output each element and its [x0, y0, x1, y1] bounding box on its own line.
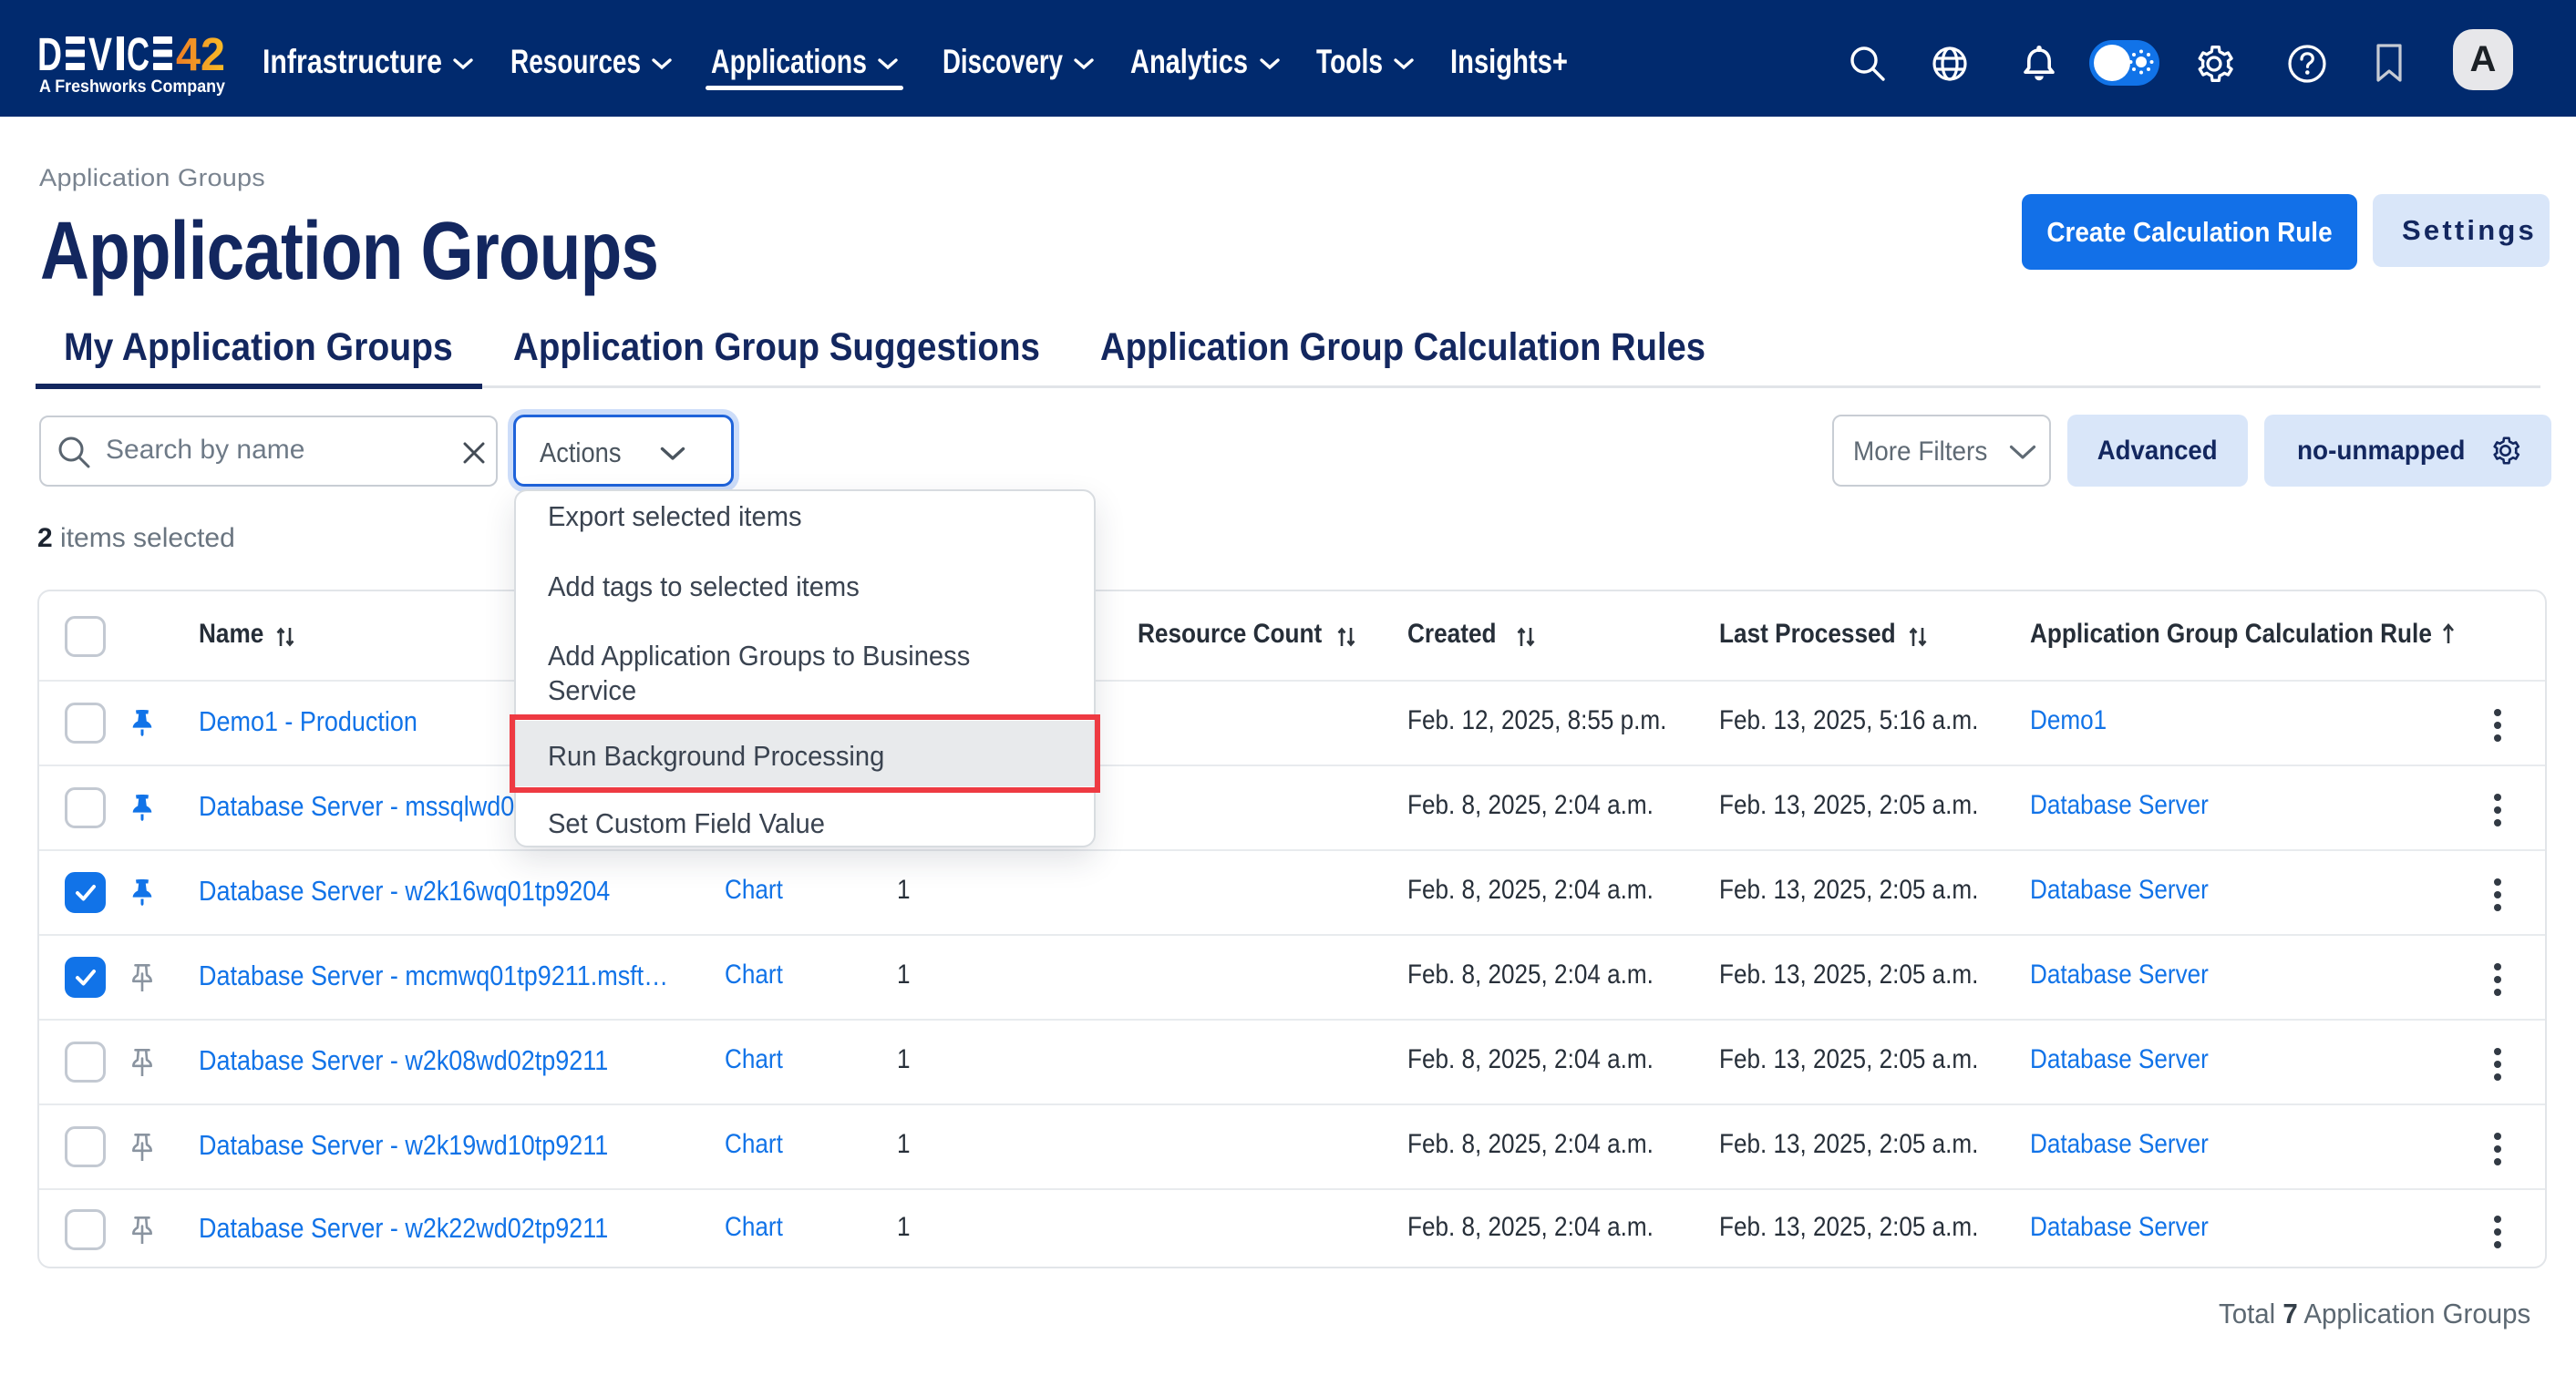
svg-text:C: C: [127, 28, 149, 80]
svg-text:D: D: [37, 28, 62, 80]
svg-text:A Freshworks Company: A Freshworks Company: [39, 77, 225, 97]
svg-text:V: V: [88, 28, 112, 80]
svg-text:42: 42: [176, 28, 225, 80]
